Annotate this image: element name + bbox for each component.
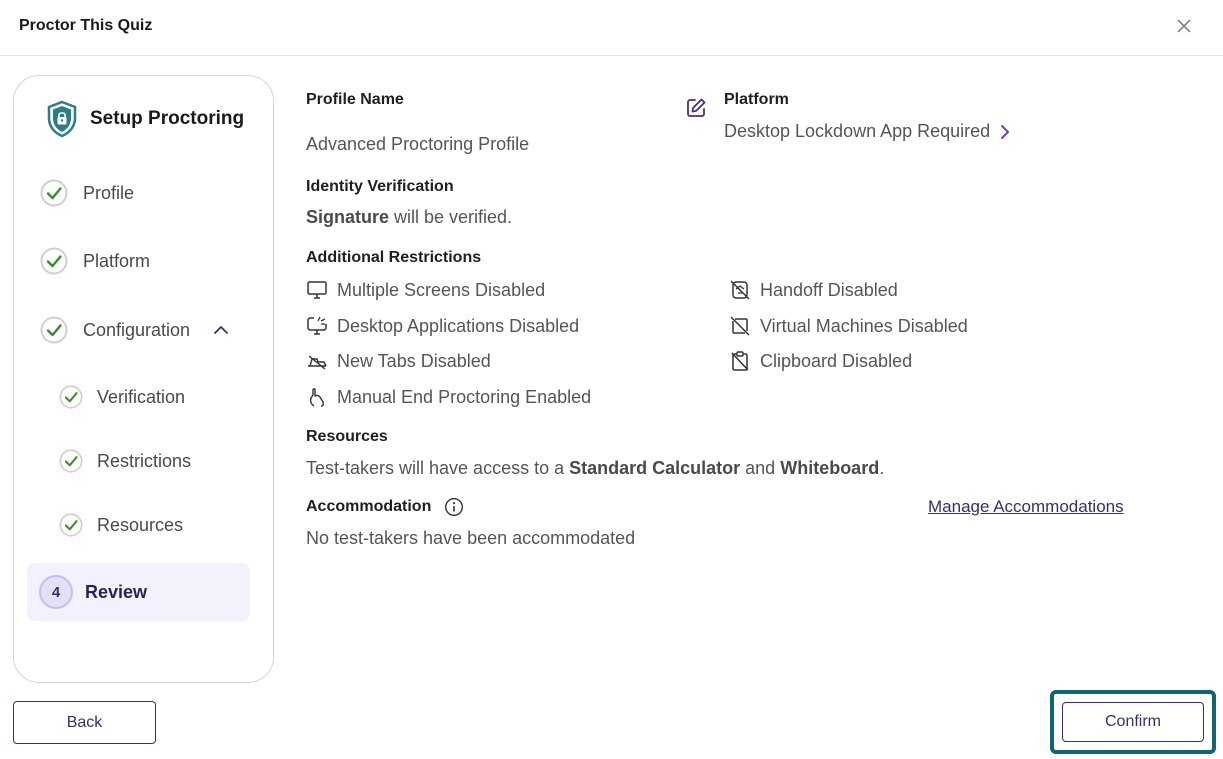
resources-text: and: [740, 458, 781, 478]
review-content: Profile Name Advanced Proctoring Profile…: [306, 0, 1206, 680]
restriction-label: New Tabs Disabled: [337, 350, 491, 371]
check-circle-icon: [40, 316, 68, 344]
handoff-off-icon: [730, 280, 750, 300]
identity-value: Signature will be verified.: [306, 207, 512, 228]
platform-link[interactable]: Desktop Lockdown App Required: [724, 121, 1012, 142]
check-circle-icon: [40, 247, 68, 275]
identity-title: Identity Verification: [306, 178, 454, 195]
restriction-item: Manual End Proctoring Enabled: [306, 386, 591, 408]
step-number-badge: 4: [39, 575, 73, 609]
resources-title: Resources: [306, 428, 388, 445]
restriction-item: Clipboard Disabled: [729, 350, 912, 372]
step-label: Configuration: [83, 319, 191, 340]
platform-value: Desktop Lockdown App Required: [724, 121, 991, 141]
profile-name-title: Profile Name: [306, 91, 404, 108]
confirm-highlight: Confirm: [1050, 690, 1216, 754]
desktop-apps-icon: [307, 316, 327, 335]
step-profile[interactable]: Profile: [40, 179, 134, 207]
restriction-item: Virtual Machines Disabled: [729, 315, 968, 337]
sidebar-title: Setup Proctoring: [90, 108, 245, 129]
step-resources[interactable]: Resources: [59, 513, 183, 537]
setup-sidebar: Setup Proctoring Profile Platform Config…: [13, 75, 274, 683]
step-configuration[interactable]: Configuration: [40, 316, 230, 344]
tabs-off-icon: [308, 355, 327, 370]
profile-name-value: Advanced Proctoring Profile: [306, 134, 530, 154]
resource-calculator: Standard Calculator: [569, 458, 741, 478]
step-review[interactable]: 4 Review: [27, 563, 250, 621]
confirm-button[interactable]: Confirm: [1062, 702, 1204, 742]
restriction-item: Handoff Disabled: [729, 279, 898, 301]
shield-lock-icon: [47, 100, 77, 138]
step-label: Review: [85, 581, 148, 602]
accommodation-title: Accommodation: [306, 498, 432, 515]
sidebar-header: Setup Proctoring: [46, 100, 244, 138]
clipboard-off-icon: [731, 351, 749, 371]
resources-text: .: [879, 458, 885, 478]
platform-title: Platform: [724, 91, 789, 108]
check-circle-icon: [40, 179, 68, 207]
vm-off-icon: [730, 316, 750, 336]
check-circle-icon: [59, 513, 83, 537]
info-icon[interactable]: [444, 497, 464, 517]
restriction-label: Clipboard Disabled: [760, 350, 913, 371]
step-label: Verification: [97, 386, 186, 407]
hand-icon: [309, 388, 325, 407]
dialog-title: Proctor This Quiz: [19, 17, 153, 34]
resources-text: Test-takers will have access to a: [306, 458, 570, 478]
check-circle-icon: [59, 385, 83, 409]
restriction-label: Manual End Proctoring Enabled: [337, 386, 592, 407]
restriction-item: Desktop Applications Disabled: [306, 315, 579, 337]
identity-rest: will be verified.: [389, 207, 513, 227]
step-label: Platform: [83, 250, 151, 271]
restrictions-title: Additional Restrictions: [306, 249, 482, 266]
monitor-icon: [307, 281, 327, 299]
step-label: Resources: [97, 514, 184, 535]
step-label: Restrictions: [97, 450, 192, 471]
step-restrictions[interactable]: Restrictions: [59, 449, 191, 473]
chevron-right-icon: [1001, 124, 1010, 139]
resource-whiteboard: Whiteboard: [780, 458, 880, 478]
identity-method: Signature: [306, 207, 390, 227]
restriction-item: New Tabs Disabled: [306, 350, 491, 372]
step-label: Profile: [83, 182, 135, 203]
restriction-item: Multiple Screens Disabled: [306, 279, 545, 301]
back-button[interactable]: Back: [13, 701, 156, 744]
restriction-label: Multiple Screens Disabled: [337, 279, 546, 300]
accommodation-value: No test-takers have been accommodated: [306, 528, 636, 548]
chevron-up-icon[interactable]: [212, 321, 230, 339]
restriction-label: Handoff Disabled: [760, 279, 898, 300]
step-platform[interactable]: Platform: [40, 247, 150, 275]
restriction-label: Desktop Applications Disabled: [337, 315, 580, 336]
step-verification[interactable]: Verification: [59, 385, 185, 409]
edit-icon[interactable]: [684, 96, 708, 120]
proctor-quiz-dialog: Proctor This Quiz Setup Proctoring Profi…: [0, 0, 1223, 759]
manage-accommodations-link[interactable]: Manage Accommodations: [928, 497, 1124, 517]
resources-value: Test-takers will have access to a Standa…: [306, 458, 884, 479]
check-circle-icon: [59, 449, 83, 473]
restriction-label: Virtual Machines Disabled: [760, 315, 968, 336]
